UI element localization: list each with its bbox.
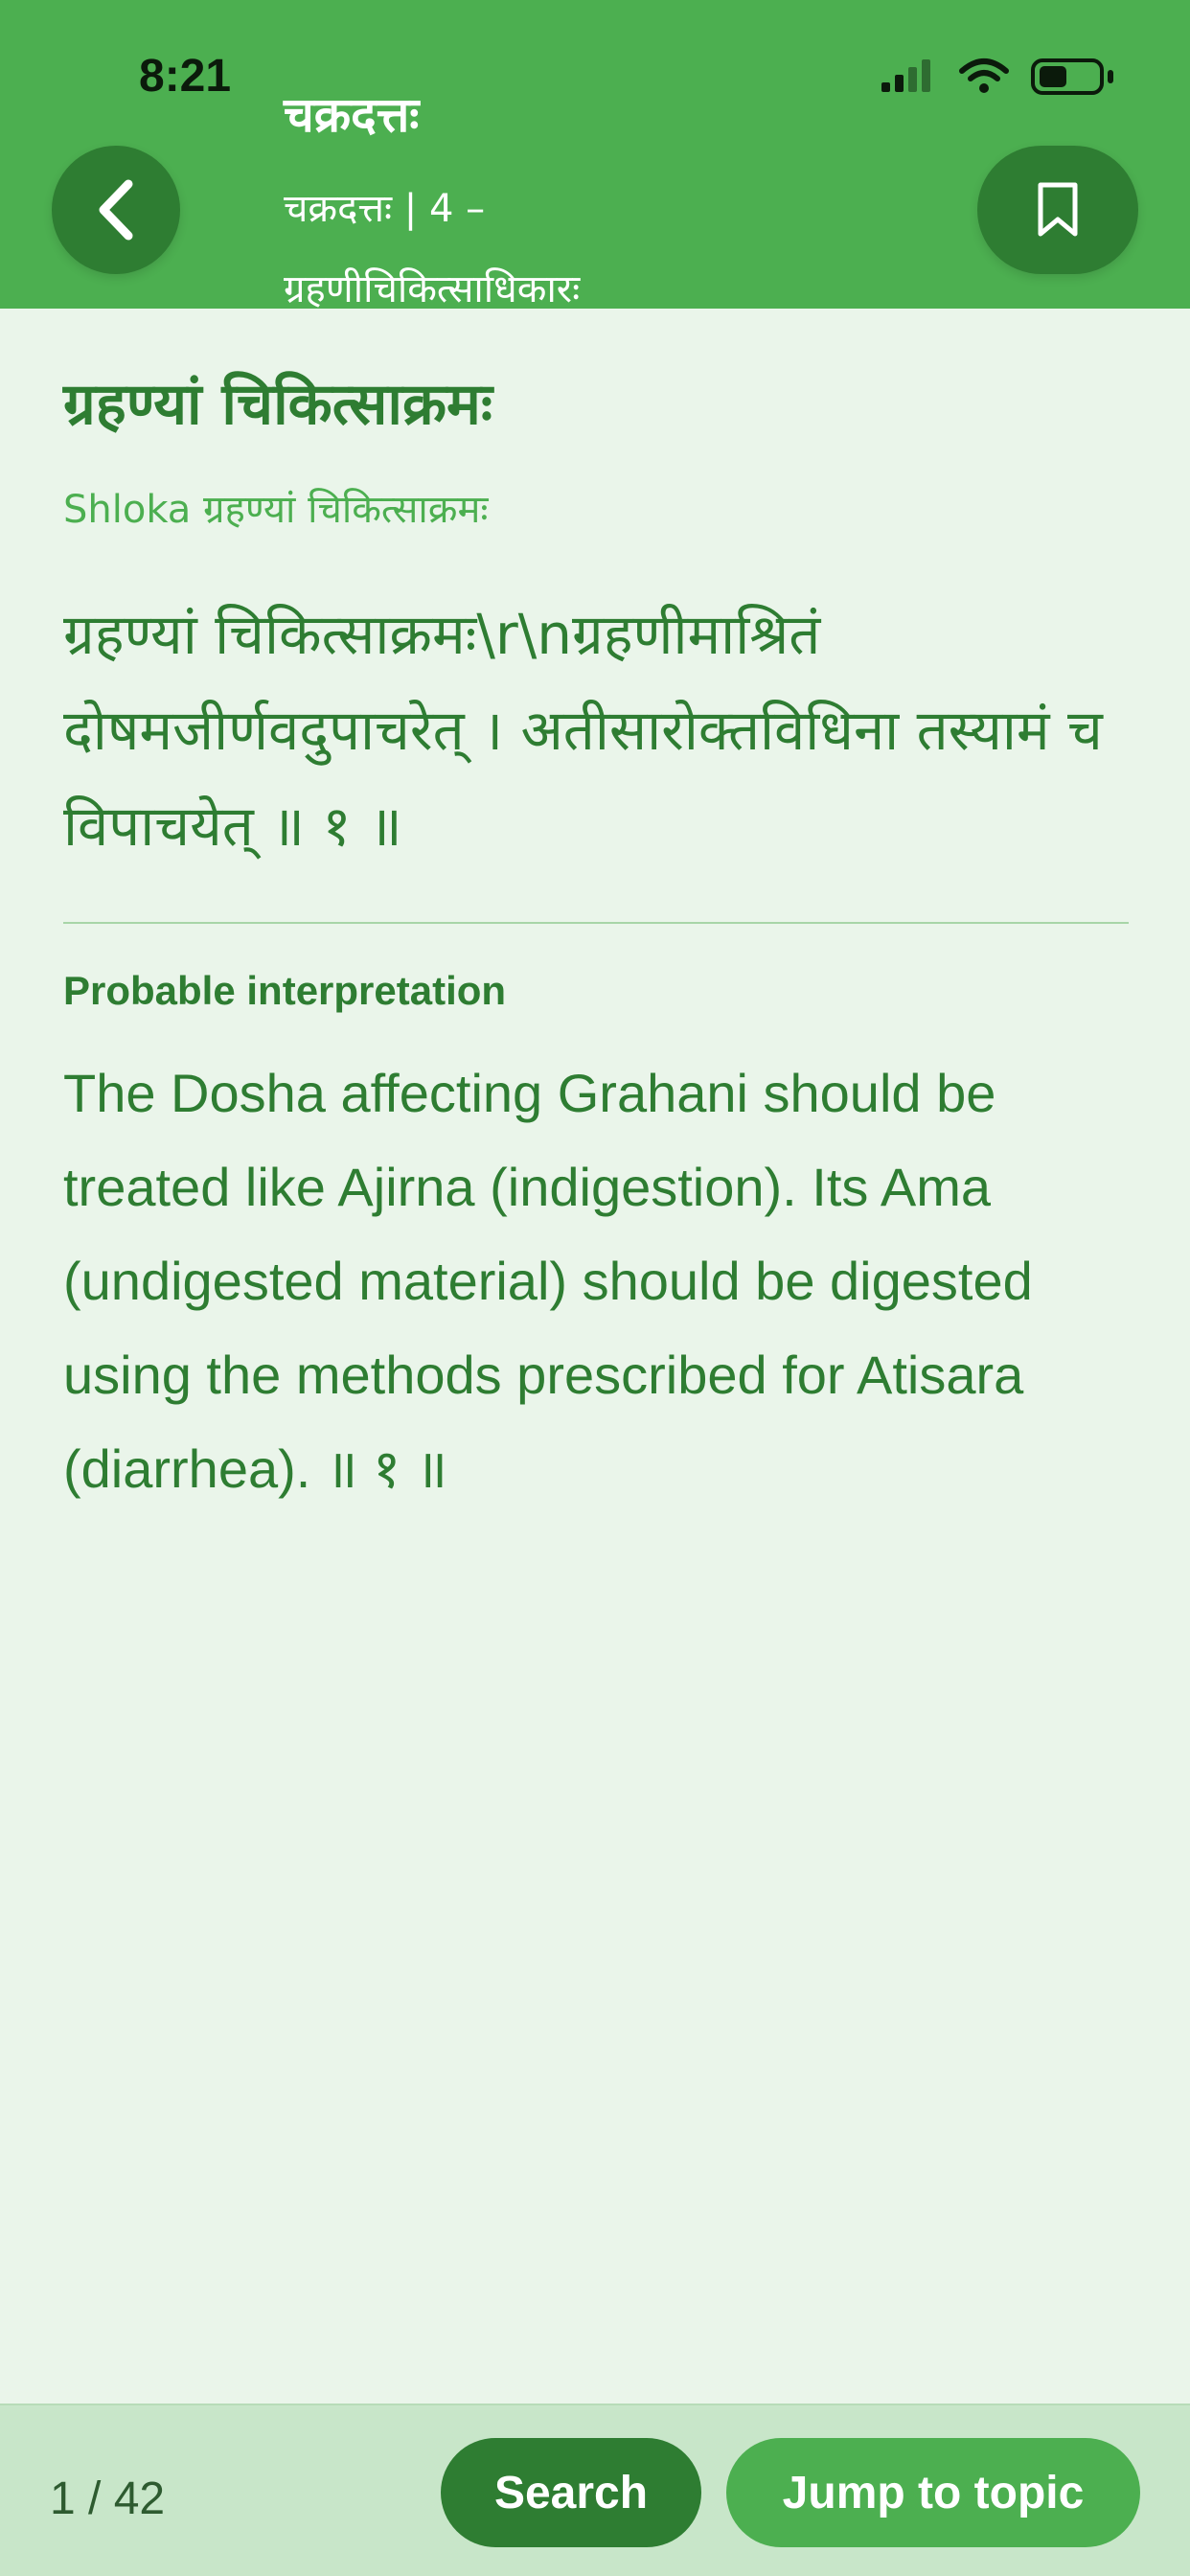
chevron-left-icon (99, 179, 133, 241)
bookmark-icon (1038, 182, 1078, 237)
bottom-bar: 1 / 42 Search Jump to topic (0, 2404, 1190, 2576)
search-button[interactable]: Search (441, 2438, 701, 2547)
battery-tip (1108, 70, 1113, 83)
page-counter: 1 / 42 (50, 2473, 166, 2524)
bookmark-button[interactable] (977, 146, 1138, 274)
app-header: 8:21 चक्रदत्तः चक्रदत्तः | 4 – ग्रहणीचिक… (0, 0, 1190, 311)
wifi-icon (959, 58, 1009, 93)
interpretation-label: Probable interpretation (63, 968, 507, 1013)
divider (63, 922, 1129, 924)
shloka-label: Shloka ग्रहण्यां चिकित्साक्रमः (63, 488, 489, 532)
battery-icon (1031, 58, 1104, 95)
header-title: चक्रदत्तः (284, 87, 420, 143)
interpretation-text: The Dosha affecting Grahani should be tr… (63, 1063, 1033, 1499)
topic-title: ग्रहण्यां चिकित्साक्रमः (63, 371, 493, 438)
status-time: 8:21 (139, 51, 232, 102)
back-button[interactable] (52, 146, 180, 274)
status-icons (880, 58, 1113, 96)
shloka-text: ग्रहण्यां चिकित्साक्रमः\r\nग्रहणीमाश्रित… (63, 602, 1103, 859)
jump-to-topic-button[interactable]: Jump to topic (726, 2438, 1140, 2547)
shloka-content: ग्रहण्यां चिकित्साक्रमः Shloka ग्रहण्यां… (63, 364, 1136, 1516)
signal-icon (881, 59, 930, 92)
header-subtitle: चक्रदत्तः | 4 – ग्रहणीचिकित्साधिकारः (284, 187, 581, 311)
